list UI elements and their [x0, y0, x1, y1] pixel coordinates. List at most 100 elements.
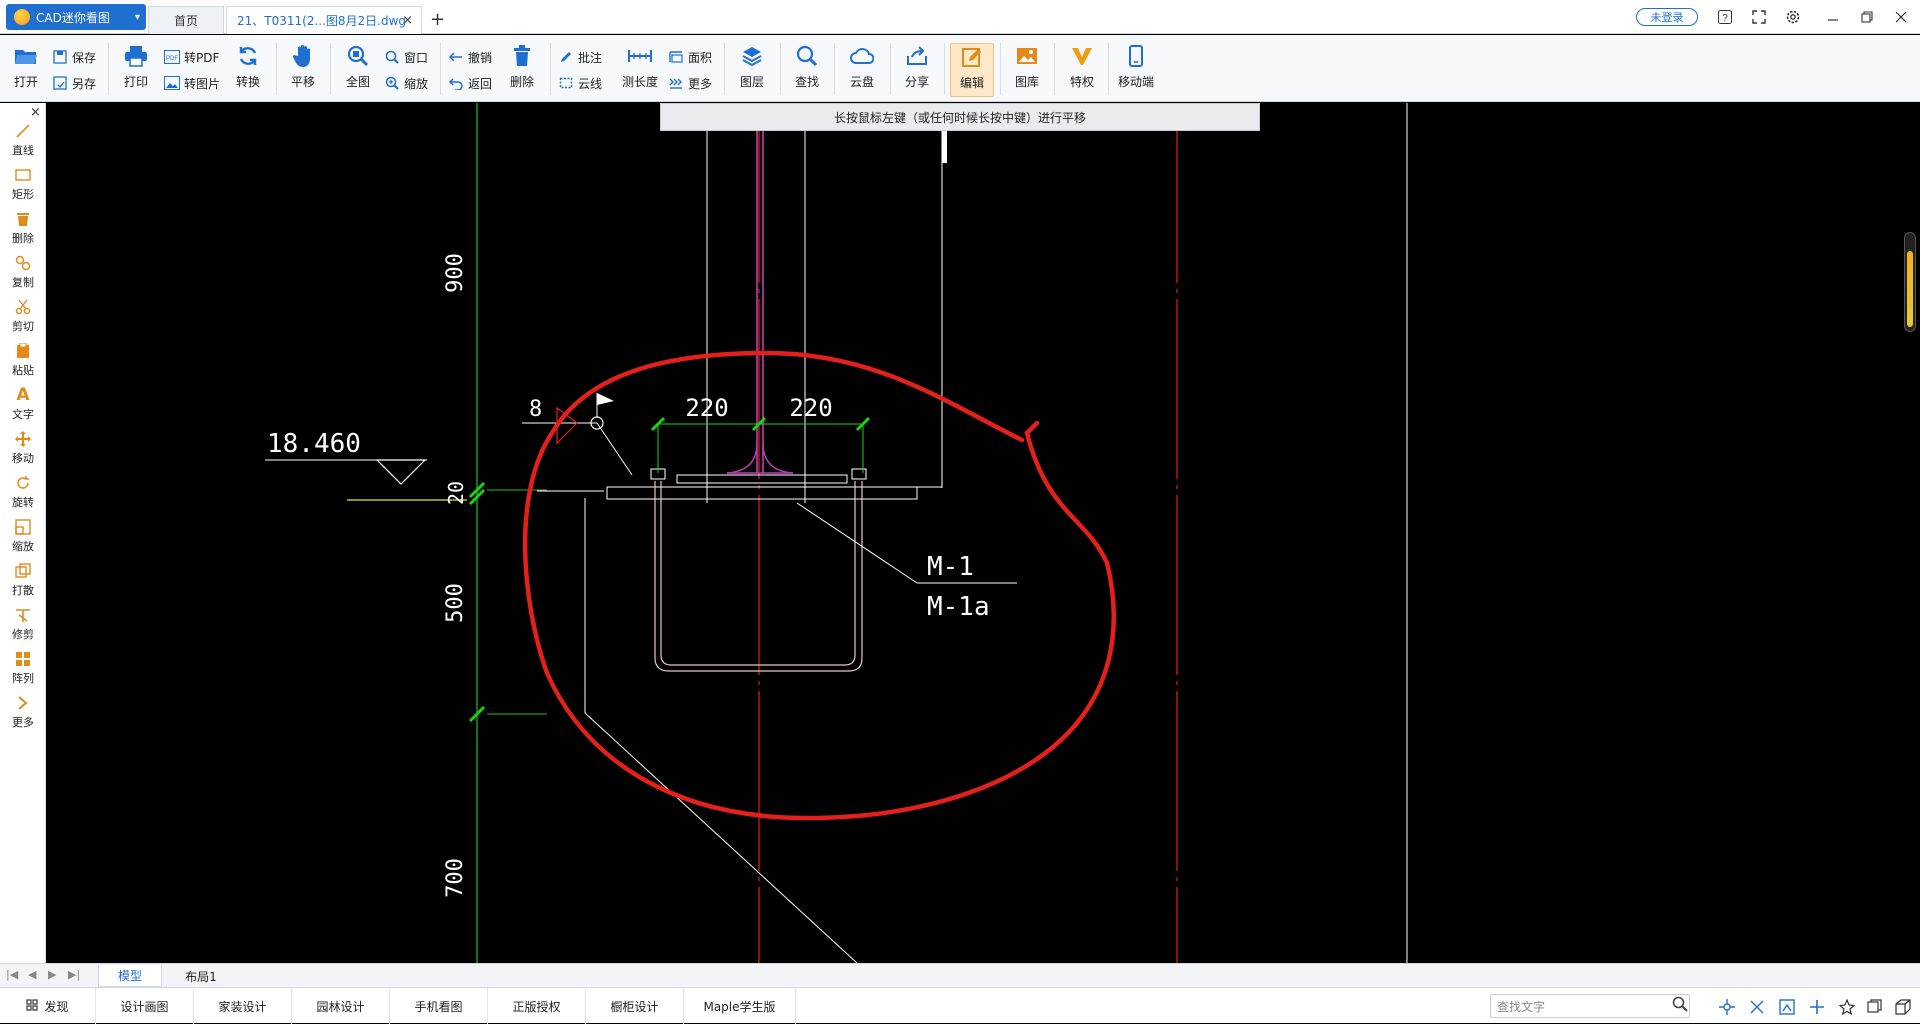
vertical-scroll-thumb[interactable] — [1904, 232, 1916, 332]
gallery-button[interactable]: 图库 — [1005, 43, 1049, 97]
privilege-label: 特权 — [1069, 75, 1094, 89]
tool-move[interactable]: 移动 — [0, 427, 46, 469]
close-panel-icon[interactable]: × — [30, 105, 41, 120]
to-image-button[interactable]: 转图片 — [164, 73, 220, 93]
link-home-design[interactable]: 家装设计 — [194, 988, 292, 1024]
tool-cut-label: 剪切 — [12, 320, 34, 333]
tool-rotate[interactable]: 旋转 — [0, 471, 46, 513]
annotate-label: 批注 — [578, 50, 603, 65]
find-button[interactable]: 查找 — [785, 43, 829, 97]
layout-view-icon[interactable] — [1864, 996, 1886, 1018]
link-maple-student[interactable]: Maple学生版 — [684, 988, 796, 1024]
fullscreen-icon[interactable] — [1748, 6, 1770, 28]
tab-model[interactable]: 模型 — [98, 965, 162, 987]
search-icon[interactable] — [1672, 996, 1688, 1016]
tab-home[interactable]: 首页 — [148, 6, 224, 34]
link-mobile-view[interactable]: 手机看图 — [390, 988, 488, 1024]
tool-scale[interactable]: 缩放 — [0, 515, 46, 557]
back-button[interactable]: 返回 — [448, 73, 492, 93]
toolbar-divider — [440, 43, 441, 95]
close-tab-icon[interactable]: × — [402, 13, 413, 28]
crosshair-icon[interactable] — [1806, 996, 1828, 1018]
pan-button[interactable]: 平移 — [281, 43, 325, 97]
login-status-button[interactable]: 未登录 — [1636, 8, 1698, 26]
move-arrows-icon — [13, 430, 33, 448]
close-window-icon[interactable] — [1890, 6, 1912, 28]
full-view-button[interactable]: 全图 — [336, 43, 380, 97]
delete-button[interactable]: 删除 — [500, 43, 544, 97]
print-button[interactable]: 打印 — [114, 43, 158, 97]
open-button[interactable]: 打开 — [4, 43, 48, 97]
tool-delete[interactable]: 删除 — [0, 207, 46, 249]
snap-icon[interactable] — [1716, 996, 1738, 1018]
link-license[interactable]: 正版授权 — [488, 988, 586, 1024]
save-as-button[interactable]: 另存 — [52, 73, 96, 93]
tool-rectangle[interactable]: 矩形 — [0, 163, 46, 205]
return-arrow-icon — [448, 75, 464, 91]
undo-button[interactable]: 撤销 — [448, 47, 492, 67]
zoom-button[interactable]: 缩放 — [384, 73, 428, 93]
prev-layout-icon[interactable]: ◀ — [28, 968, 36, 981]
status-bar: 发现 设计画图 家装设计 园林设计 手机看图 正版授权 橱柜设计 Maple学生… — [0, 987, 1920, 1024]
save-button[interactable]: 保存 — [52, 47, 96, 67]
cloud-drive-button[interactable]: 云盘 — [840, 43, 884, 97]
tool-trim[interactable]: 修剪 — [0, 603, 46, 645]
next-layout-icon[interactable]: ▶ — [48, 968, 56, 981]
link-design-drawing[interactable]: 设计画图 — [96, 988, 194, 1024]
new-tab-icon[interactable]: + — [430, 9, 445, 30]
tab-layout1[interactable]: 布局1 — [166, 965, 236, 987]
label-leader-line — [796, 502, 918, 584]
last-layout-icon[interactable]: ▶| — [68, 968, 80, 981]
convert-button[interactable]: 转换 — [226, 43, 270, 97]
find-text-input[interactable]: 查找文字 — [1490, 994, 1690, 1018]
weld-flag — [597, 393, 614, 405]
tool-text[interactable]: A 文字 — [0, 383, 46, 425]
layers-button[interactable]: 图层 — [730, 43, 774, 97]
3d-view-icon[interactable] — [1892, 996, 1914, 1018]
help-icon[interactable]: ? — [1714, 6, 1736, 28]
tool-copy[interactable]: 复制 — [0, 251, 46, 293]
edit-button[interactable]: 编辑 — [950, 43, 994, 97]
tool-more[interactable]: 更多 — [0, 691, 46, 733]
share-button[interactable]: 分享 — [895, 43, 939, 97]
dimension-220-right: 220 — [789, 394, 832, 422]
ruler-icon — [627, 43, 653, 69]
privilege-button[interactable]: 特权 — [1060, 43, 1104, 97]
measure-area-button[interactable]: 面积 — [668, 47, 712, 67]
tool-line[interactable]: 直线 — [0, 119, 46, 161]
pan-label: 平移 — [290, 75, 315, 89]
mobile-button[interactable]: 移动端 — [1114, 43, 1158, 97]
ortho-icon[interactable] — [1746, 996, 1768, 1018]
link-cabinet-design[interactable]: 橱柜设计 — [586, 988, 684, 1024]
dimension-500: 500 — [443, 583, 468, 623]
grid-display-icon[interactable] — [1776, 996, 1798, 1018]
tool-paste[interactable]: 粘贴 — [0, 339, 46, 381]
link-garden-design[interactable]: 园林设计 — [292, 988, 390, 1024]
tab-drawing-file[interactable]: 21、T0311(2...图8月2日.dwg × — [226, 6, 422, 34]
paste-clipboard-icon — [13, 342, 33, 360]
tool-array[interactable]: 阵列 — [0, 647, 46, 689]
first-layout-icon[interactable]: |◀ — [6, 968, 18, 981]
drawing-canvas[interactable]: 900 20 500 700 220 220 18.460 8 M-1 M-1a — [47, 103, 1920, 963]
annotate-button[interactable]: 批注 — [558, 47, 602, 67]
layers-label: 图层 — [739, 75, 764, 89]
steel-fillet — [726, 442, 794, 474]
restore-icon[interactable] — [1856, 6, 1878, 28]
tool-explode[interactable]: 打散 — [0, 559, 46, 601]
favorite-star-icon[interactable] — [1836, 996, 1858, 1018]
toolbar-divider — [944, 43, 945, 95]
to-pdf-button[interactable]: PDF 转PDF — [164, 47, 219, 67]
more-measure-button[interactable]: 更多 — [668, 73, 712, 93]
tool-paste-label: 粘贴 — [12, 364, 34, 377]
cloud-line-button[interactable]: 云线 — [558, 73, 602, 93]
text-a-icon: A — [16, 385, 30, 405]
settings-gear-icon[interactable] — [1782, 6, 1804, 28]
measure-length-button[interactable]: 测长度 — [618, 43, 662, 97]
minimize-icon[interactable] — [1822, 6, 1844, 28]
zoom-window-button[interactable]: 窗口 — [384, 47, 428, 67]
app-menu-button[interactable]: CAD迷你看图 ▾ — [6, 4, 146, 30]
tool-cut[interactable]: 剪切 — [0, 295, 46, 337]
discover-button[interactable]: 发现 — [0, 988, 96, 1024]
dimension-700: 700 — [443, 858, 468, 898]
svg-text:?: ? — [1722, 13, 1728, 24]
